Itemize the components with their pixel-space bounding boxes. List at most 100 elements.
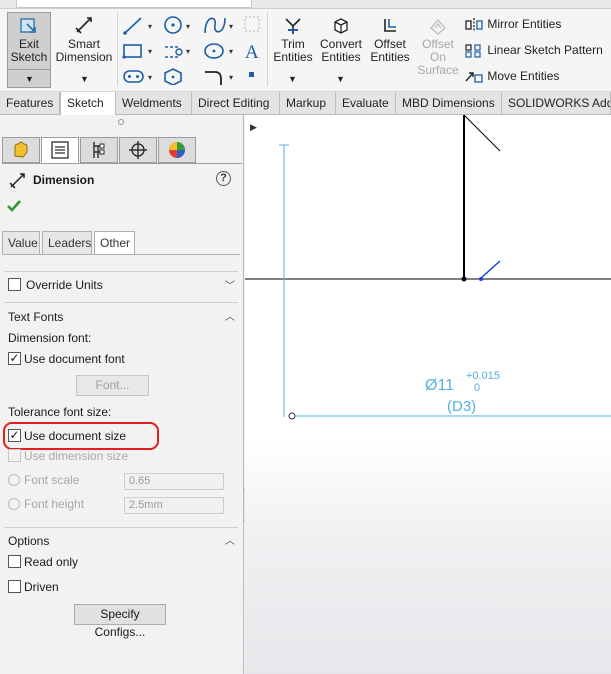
options-header: Options bbox=[8, 534, 50, 548]
polygon-icon[interactable] bbox=[164, 68, 182, 85]
crosshair-icon bbox=[129, 141, 147, 159]
chevron-down-icon[interactable]: ▼ bbox=[80, 73, 89, 86]
sketch-tools-grid: ▾ ▾ ▾ ▾ ▾ ▾ A ▾ ▾ bbox=[122, 16, 260, 85]
chevron-down-icon[interactable]: ▼ bbox=[25, 73, 34, 86]
tab-configuration-manager[interactable] bbox=[80, 137, 118, 163]
tab-display-manager[interactable] bbox=[158, 137, 196, 163]
smart-dimension-icon bbox=[9, 173, 25, 189]
mirror-entities-label: Mirror Entities bbox=[487, 17, 562, 32]
dimension-font-label: Dimension font: bbox=[8, 331, 92, 345]
font-button[interactable]: Font... bbox=[76, 375, 149, 396]
circle-icon[interactable] bbox=[164, 16, 182, 34]
slot-icon[interactable] bbox=[123, 70, 144, 83]
tab-features[interactable]: Features bbox=[0, 92, 60, 115]
graphics-area[interactable]: ▶ Ø11 +0.015 0 (D3) bbox=[245, 115, 611, 674]
read-only-label: Read only bbox=[24, 555, 79, 569]
appearance-sphere-icon bbox=[169, 142, 185, 158]
use-dimension-size-checkbox[interactable] bbox=[8, 449, 21, 462]
red-highlight-annotation bbox=[3, 422, 159, 450]
text-icon[interactable]: A bbox=[245, 42, 259, 63]
exit-sketch-button[interactable]: Exit Sketch ▼ bbox=[7, 12, 51, 88]
section-divider bbox=[4, 271, 238, 272]
chevron-down-icon[interactable]: ▾ bbox=[186, 47, 190, 56]
driven-checkbox[interactable] bbox=[8, 580, 21, 593]
sketch-line-diagonal bbox=[463, 115, 501, 152]
font-height-field[interactable]: 2.5mm bbox=[124, 497, 224, 514]
exit-sketch-icon bbox=[20, 18, 36, 33]
chevron-down-icon[interactable]: ▾ bbox=[186, 22, 190, 31]
trim-entities-label: Trim Entities bbox=[273, 37, 313, 64]
ellipse-icon[interactable] bbox=[204, 43, 224, 59]
tolerance-upper: +0.015 bbox=[466, 370, 500, 382]
tab-dimxpert-manager[interactable] bbox=[119, 137, 157, 163]
trim-entities-icon bbox=[285, 18, 301, 34]
tab-weldments[interactable]: Weldments bbox=[116, 92, 192, 115]
tab-solidworks-addins[interactable]: SOLIDWORKS Add- bbox=[502, 92, 611, 115]
offset-entities-button[interactable]: Offset Entities bbox=[367, 16, 413, 72]
font-scale-field[interactable]: 0.65 bbox=[124, 473, 224, 490]
tab-sketch[interactable]: Sketch bbox=[60, 92, 116, 115]
panel-resize-grip[interactable] bbox=[118, 119, 124, 125]
rectangle-icon[interactable] bbox=[122, 44, 142, 59]
chevron-down-icon[interactable]: ▾ bbox=[148, 47, 152, 56]
tab-leaders[interactable]: Leaders bbox=[42, 231, 92, 255]
chevron-down-icon[interactable]: ﹀ bbox=[225, 277, 235, 292]
dimension-text[interactable]: Ø11 bbox=[425, 377, 454, 395]
tab-property-manager[interactable] bbox=[41, 137, 79, 163]
tab-mbd-dimensions[interactable]: MBD Dimensions bbox=[396, 92, 502, 115]
mirror-entities-icon bbox=[465, 18, 483, 32]
tab-feature-manager[interactable] bbox=[2, 137, 40, 163]
point-icon[interactable] bbox=[249, 72, 254, 77]
driven-label: Driven bbox=[24, 580, 59, 594]
move-entities-icon bbox=[465, 72, 483, 83]
specify-configs-button[interactable]: Specify Configs... bbox=[74, 604, 166, 639]
font-scale-label: Font scale bbox=[24, 473, 80, 487]
override-units-checkbox[interactable] bbox=[8, 278, 21, 291]
fillet-icon[interactable] bbox=[205, 71, 222, 85]
plane-icon[interactable] bbox=[244, 16, 260, 32]
tab-other[interactable]: Other bbox=[94, 231, 135, 255]
dimension-endpoint bbox=[288, 412, 296, 420]
sketch-point bbox=[479, 277, 483, 281]
property-manager-icon bbox=[51, 141, 69, 159]
smart-dimension-button[interactable]: Smart Dimension ▼ bbox=[55, 14, 113, 86]
chevron-down-icon[interactable]: ▼ bbox=[336, 73, 345, 86]
exit-sketch-label: Exit Sketch bbox=[10, 37, 48, 64]
trim-entities-button[interactable]: Trim Entities ▼ bbox=[270, 16, 316, 86]
chevron-down-icon[interactable]: ▼ bbox=[288, 73, 297, 86]
checkmark-ok-icon[interactable] bbox=[6, 198, 22, 214]
chevron-down-icon[interactable]: ▾ bbox=[148, 73, 152, 82]
section-divider bbox=[4, 527, 238, 528]
chevron-down-icon[interactable]: ▾ bbox=[229, 47, 233, 56]
search-box[interactable] bbox=[16, 0, 252, 8]
font-height-radio[interactable] bbox=[8, 498, 20, 510]
tab-evaluate[interactable]: Evaluate bbox=[336, 92, 396, 115]
line-icon[interactable] bbox=[123, 17, 142, 35]
spline-icon[interactable] bbox=[204, 17, 226, 34]
linear-sketch-pattern-button[interactable]: Linear Sketch Pattern bbox=[464, 43, 603, 59]
help-icon[interactable]: ? bbox=[216, 171, 231, 186]
font-scale-radio[interactable] bbox=[8, 474, 20, 486]
chevron-up-icon[interactable]: ︿ bbox=[225, 532, 235, 547]
linear-pattern-icon bbox=[465, 44, 481, 58]
chevron-down-icon[interactable]: ▾ bbox=[229, 73, 233, 82]
chevron-up-icon[interactable]: ︿ bbox=[225, 308, 235, 323]
offset-on-surface-button[interactable]: Offset On Surface bbox=[415, 16, 461, 86]
selected-sketch-line bbox=[480, 260, 501, 279]
mirror-entities-button[interactable]: Mirror Entities bbox=[464, 17, 561, 33]
tab-direct-editing[interactable]: Direct Editing bbox=[192, 92, 280, 115]
feature-manager-icon bbox=[14, 141, 28, 158]
section-divider bbox=[4, 302, 238, 303]
command-manager-tabs: Features Sketch Weldments Direct Editing… bbox=[0, 92, 611, 115]
use-document-font-checkbox[interactable]: ✓ bbox=[8, 352, 21, 365]
dimension-name: (D3) bbox=[447, 398, 477, 415]
convert-entities-button[interactable]: Convert Entities ▼ bbox=[318, 16, 364, 86]
chevron-down-icon[interactable]: ▾ bbox=[229, 22, 233, 31]
move-entities-button[interactable]: Move Entities bbox=[464, 69, 559, 85]
slot-icon[interactable] bbox=[165, 46, 183, 58]
diameter-symbol: Ø bbox=[425, 377, 438, 394]
chevron-down-icon[interactable]: ▾ bbox=[148, 22, 152, 31]
tab-value[interactable]: Value bbox=[2, 231, 40, 255]
tab-markup[interactable]: Markup bbox=[280, 92, 336, 115]
read-only-checkbox[interactable] bbox=[8, 555, 21, 568]
